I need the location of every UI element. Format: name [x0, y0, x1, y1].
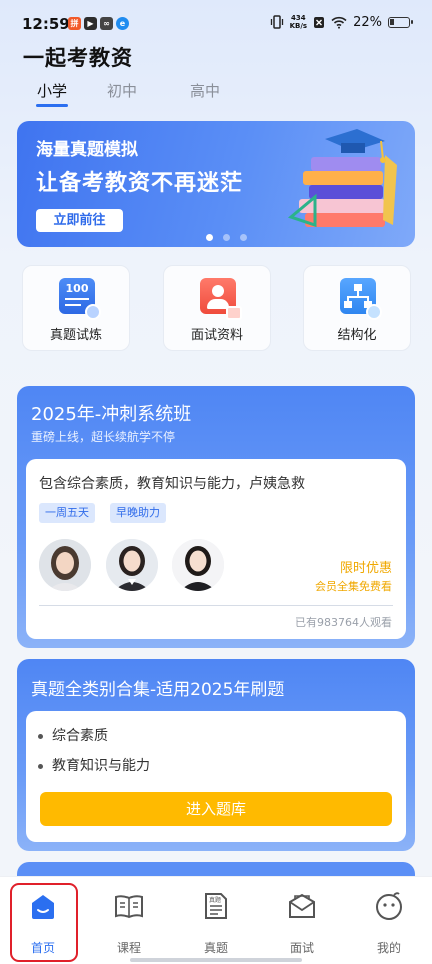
banner-headline: 海量真题模拟 — [36, 140, 138, 160]
notification-icons: 拼 ▶ ∞ e — [68, 17, 129, 30]
structure-tree-icon — [340, 278, 382, 320]
nav-label: 我的 — [376, 941, 401, 955]
home-highlight-box — [10, 883, 78, 962]
course-tag: 早晚助力 — [110, 503, 166, 523]
battery-percent: 22% — [353, 14, 382, 30]
question-bank-panel: 综合素质 教育知识与能力 进入题库 — [26, 711, 406, 842]
interview-icon — [289, 893, 315, 918]
active-tab-indicator — [36, 104, 68, 107]
score-100-icon: 100 — [59, 278, 101, 320]
teacher-avatar-icon — [39, 539, 91, 591]
nav-exams[interactable]: 真题 真题 — [173, 877, 259, 964]
divider — [39, 605, 393, 606]
enter-question-bank-button[interactable]: 进入题库 — [40, 792, 392, 826]
gesture-home-indicator[interactable] — [130, 958, 302, 962]
network-speed-unit: KB/s — [289, 22, 308, 30]
interview-person-icon — [200, 278, 242, 320]
teacher-avatar-icon — [172, 539, 224, 591]
link-app-notification-icon: ∞ — [100, 17, 113, 30]
app-notification-icon: 拼 — [68, 17, 81, 30]
app-title: 一起考教资 — [23, 46, 133, 70]
quick-entry-exam-practice[interactable]: 100 真题试炼 — [22, 265, 130, 351]
status-time: 12:59 — [22, 15, 70, 33]
profile-icon — [376, 892, 402, 920]
nav-profile[interactable]: 我的 — [346, 877, 432, 964]
teacher-avatar-icon — [106, 539, 158, 591]
nav-label: 课程 — [116, 941, 141, 955]
quick-entry-label: 结构化 — [337, 328, 377, 343]
quick-entry-label: 真题试炼 — [49, 328, 102, 343]
nav-courses[interactable]: 课程 — [86, 877, 172, 964]
banner-pagination — [206, 234, 247, 241]
question-bank-title: 真题全类别合集-适用2025年刷题 — [31, 680, 285, 700]
view-count: 已有983764人观看 — [295, 616, 392, 629]
network-speed: 434 KB/s — [290, 14, 307, 30]
limited-offer-label: 限时优惠 — [339, 561, 392, 576]
course-tag: 一周五天 — [39, 503, 95, 523]
battery-icon — [388, 16, 413, 28]
course-detail-panel: 包含综合素质，教育知识与能力，卢姨急救 一周五天 早晚助力 限时优惠 会员全集免… — [26, 459, 406, 639]
network-speed-value: 434 — [291, 14, 306, 22]
browser-notification-icon: e — [116, 17, 129, 30]
promo-banner[interactable]: 海量真题模拟 让备考教资不再迷茫 立即前往 — [17, 121, 415, 247]
book-icon — [115, 895, 143, 919]
list-item: 教育知识与能力 — [38, 755, 150, 775]
banner-go-button[interactable]: 立即前往 — [36, 209, 123, 232]
tab-primary[interactable]: 小学 — [37, 80, 67, 101]
video-app-notification-icon: ▶ — [84, 17, 97, 30]
vibrate-icon — [270, 15, 283, 29]
level-tabs: 小学 初中 高中 — [0, 80, 432, 108]
score-badge-text: 100 — [65, 282, 89, 295]
nav-label: 真题 — [203, 941, 228, 955]
course-subtitle: 重磅上线，超长续航学不停 — [31, 430, 176, 444]
teacher-avatar — [39, 539, 91, 591]
course-card[interactable]: 2025年-冲刺系统班 重磅上线，超长续航学不停 包含综合素质，教育知识与能力，… — [17, 386, 415, 648]
exam-paper-icon: 真题 — [205, 893, 227, 919]
tab-senior[interactable]: 高中 — [190, 80, 220, 101]
books-illustration-icon — [287, 129, 397, 228]
member-free-label: 会员全集免费看 — [315, 580, 392, 593]
pagination-dot-active — [206, 234, 213, 241]
pagination-dot — [223, 234, 230, 241]
teacher-avatar — [106, 539, 158, 591]
quick-entry-structured[interactable]: 结构化 — [303, 265, 411, 351]
quick-entry-label: 面试资料 — [190, 328, 243, 343]
pagination-dot — [240, 234, 247, 241]
banner-slogan: 让备考教资不再迷茫 — [36, 171, 244, 196]
no-sim-icon — [314, 16, 325, 28]
status-right: 434 KB/s 22% — [270, 14, 413, 30]
list-item: 综合素质 — [38, 725, 108, 745]
quick-entry-interview-materials[interactable]: 面试资料 — [163, 265, 271, 351]
tab-junior[interactable]: 初中 — [107, 80, 137, 101]
nav-interview[interactable]: 面试 — [259, 877, 345, 964]
wifi-icon — [331, 16, 347, 29]
course-title: 2025年-冲刺系统班 — [31, 404, 192, 425]
course-description: 包含综合素质，教育知识与能力，卢姨急救 — [39, 476, 305, 492]
teacher-avatar — [172, 539, 224, 591]
svg-text:真题: 真题 — [209, 896, 221, 904]
question-bank-card: 真题全类别合集-适用2025年刷题 综合素质 教育知识与能力 进入题库 — [17, 659, 415, 851]
nav-label: 面试 — [289, 941, 314, 955]
